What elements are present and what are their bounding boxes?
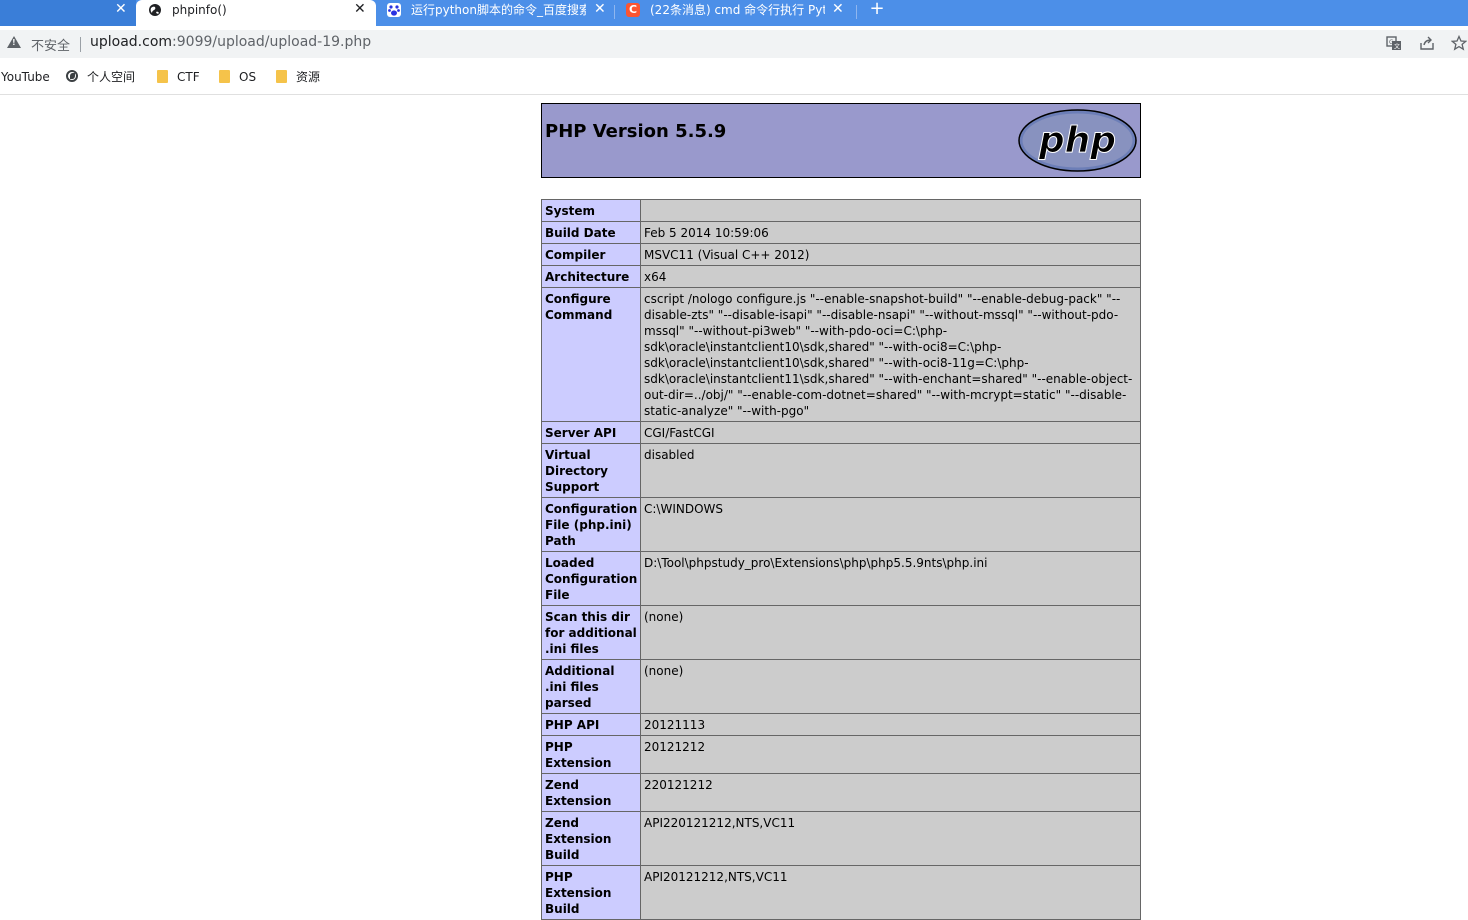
csdn-c-icon: C [626,3,640,17]
svg-text:文: 文 [1394,43,1400,51]
table-row: Compiler MSVC11 (Visual C++ 2012) [541,243,1141,266]
table-row: Configuration File (php.ini) Path C:\WIND… [541,497,1141,552]
bookmark-personal-space[interactable]: 个人空间 [66,68,135,86]
warning-icon[interactable] [7,36,21,48]
url-host: upload.com [90,34,173,50]
row-key: PHP Extension [541,735,641,774]
table-row: Configure Command cscript /nologo configu… [541,287,1141,422]
row-value [640,199,1141,222]
php-version-header: PHP Version 5.5.9 php [541,103,1141,178]
bookmark-youtube[interactable]: YouTube [1,68,50,86]
phpinfo-table: System Build Date Feb 5 2014 10:59:06 Compi… [541,199,1141,920]
close-tab-icon[interactable]: ✕ [594,0,606,19]
tab-phpinfo[interactable]: phpinfo() ✕ [136,0,376,26]
table-row: PHP Extension 20121212 [541,735,1141,774]
tab-csdn[interactable]: C (22条消息) cmd 命令行执行 Python ✕ [615,0,855,26]
row-key: PHP Extension Build [541,865,641,920]
close-tab-icon[interactable]: ✕ [115,0,127,19]
row-key: Build Date [541,221,641,244]
table-row: Additional .ini files parsed (none) [541,659,1141,714]
security-label[interactable]: 不安全 [31,35,70,54]
baidu-paw-icon [387,3,401,17]
url-path: :9099/upload/upload-19.php [172,34,372,50]
globe-icon [148,3,162,17]
table-row: Zend Extension Build API220121212,NTS,VC1… [541,811,1141,866]
table-row: Build Date Feb 5 2014 10:59:06 [541,221,1141,244]
close-tab-icon[interactable]: ✕ [354,0,366,19]
tab-baidu-search[interactable]: 运行python脚本的命令_百度搜索 ✕ [376,0,614,26]
row-value: API220121212,NTS,VC11 [640,811,1141,866]
row-key: PHP API [541,713,641,736]
new-tab-button[interactable]: + [866,0,888,20]
row-value: D:\Tool\phpstudy_pro\Extensions\php\php5… [640,551,1141,606]
row-value: x64 [640,265,1141,288]
tab-strip: ✕ phpinfo() ✕ 运行python脚本的命令_百度搜索 ✕ C (22… [0,0,1468,26]
table-row: PHP API 20121113 [541,713,1141,736]
row-key: Virtual Directory Support [541,443,641,498]
row-key: System [541,199,641,222]
page-title: PHP Version 5.5.9 [545,121,727,142]
row-value: 20121113 [640,713,1141,736]
table-row: Server API CGI/FastCGI [541,421,1141,444]
close-tab-icon[interactable]: ✕ [832,0,844,19]
tab-title: (22条消息) cmd 命令行执行 Python [650,3,825,17]
row-value: CGI/FastCGI [640,421,1141,444]
bookmark-folder-resources[interactable]: 资源 [276,68,320,86]
table-row: Architecture x64 [541,265,1141,288]
share-icon[interactable] [1418,35,1436,53]
globe-icon [66,70,78,82]
bookmark-label: 资源 [296,70,321,84]
url-text[interactable]: upload.com:9099/upload/upload-19.php [90,34,371,50]
bookmarks-bar: YouTube 个人空间 CTF OS 资源 [0,62,1468,95]
table-row: System [541,199,1141,222]
tab-separator [856,5,857,19]
tab-title: phpinfo() [172,3,227,17]
bookmark-label: 个人空间 [87,70,136,84]
address-bar[interactable]: 不安全 upload.com:9099/upload/upload-19.php… [0,30,1468,58]
row-value: Feb 5 2014 10:59:06 [640,221,1141,244]
row-key: Scan this dir for additional .ini files [541,605,641,660]
table-row: Zend Extension 220121212 [541,773,1141,812]
row-value: cscript /nologo configure.js "--enable-s… [640,287,1141,422]
row-key: Server API [541,421,641,444]
folder-icon [276,70,287,83]
tab-title: 运行python脚本的命令_百度搜索 [411,3,586,17]
address-separator [80,37,81,52]
bookmark-label: YouTube [1,70,50,84]
bookmark-folder-ctf[interactable]: CTF [157,68,200,86]
row-key: Configure Command [541,287,641,422]
php-logo[interactable]: php [1018,109,1137,172]
row-key: Configuration File (php.ini) Path [541,497,641,552]
row-value: (none) [640,605,1141,660]
translate-icon[interactable]: G文 [1385,35,1403,53]
bookmark-folder-os[interactable]: OS [219,68,256,86]
table-row: PHP Extension Build API20121212,NTS,VC11 [541,865,1141,920]
row-key: Zend Extension [541,773,641,812]
bookmark-label: CTF [177,70,200,84]
row-key: Architecture [541,265,641,288]
table-row: Virtual Directory Support disabled [541,443,1141,498]
row-value: 220121212 [640,773,1141,812]
bookmark-star-icon[interactable] [1450,34,1468,53]
folder-icon [219,70,230,83]
table-row: Loaded Configuration File D:\Tool\phpstud… [541,551,1141,606]
table-row: Scan this dir for additional .ini files(… [541,605,1141,660]
row-key: Compiler [541,243,641,266]
row-key: Additional .ini files parsed [541,659,641,714]
browser-toolbar: 不安全 upload.com:9099/upload/upload-19.php… [0,26,1468,62]
folder-icon [157,70,168,83]
row-value: disabled [640,443,1141,498]
row-key: Loaded Configuration File [541,551,641,606]
row-value: (none) [640,659,1141,714]
row-value: API20121212,NTS,VC11 [640,865,1141,920]
row-value: MSVC11 (Visual C++ 2012) [640,243,1141,266]
tab-previous[interactable]: ✕ [0,0,136,26]
row-key: Zend Extension Build [541,811,641,866]
row-value: C:\WINDOWS [640,497,1141,552]
php-logo-text: php [1038,120,1116,161]
bookmark-label: OS [239,70,257,84]
row-value: 20121212 [640,735,1141,774]
